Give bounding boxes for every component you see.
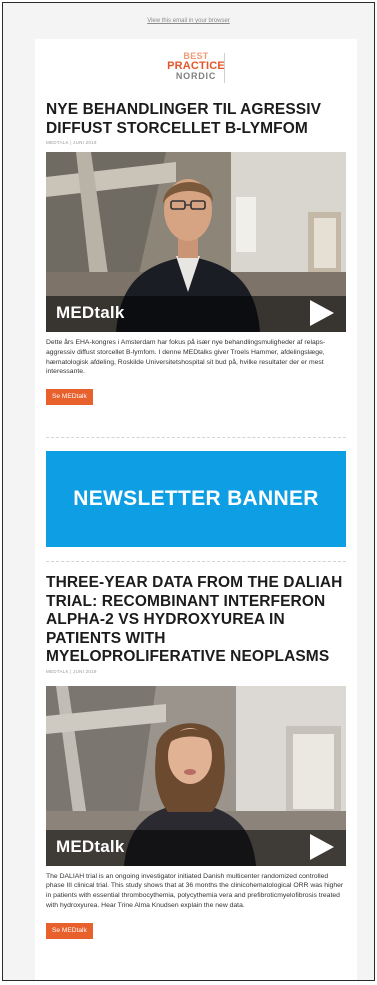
article-title[interactable]: NYE BEHANDLINGER TIL AGRESSIV DIFFUST ST… <box>46 101 346 138</box>
section-divider <box>46 437 346 438</box>
newsletter-banner[interactable]: NEWSLETTER BANNER <box>46 451 346 547</box>
logo-line-practice: PRACTICE <box>167 60 225 72</box>
se-medtalk-button[interactable]: Se MEDtalk <box>46 389 93 406</box>
article-meta: MEDTALK | JUNI 2019 <box>46 668 97 674</box>
video-thumbnail[interactable]: MEDtalk <box>46 685 346 866</box>
section-divider <box>46 561 346 562</box>
play-icon[interactable] <box>310 833 334 860</box>
article-description: Dette års EHA-kongres i Amsterdam har fo… <box>46 339 326 376</box>
video-thumbnail[interactable]: MEDtalk <box>46 152 346 332</box>
banner-label: NEWSLETTER BANNER <box>73 487 319 510</box>
se-medtalk-button[interactable]: Se MEDtalk <box>46 922 93 939</box>
best-practice-nordic-logo[interactable]: BEST PRACTICE NORDIC <box>163 51 229 83</box>
medtalk-brand-label: MEDtalk <box>56 303 125 322</box>
logo-divider <box>224 53 225 83</box>
article-description: The DALIAH trial is an ongoing investiga… <box>46 872 344 909</box>
email-content-card: BEST PRACTICE NORDIC NYE BEHANDLINGER TI… <box>35 39 357 980</box>
email-frame: View this email in your browser BEST PRA… <box>2 2 375 981</box>
article-title[interactable]: THREE-YEAR DATA FROM THE DALIAH TRIAL: R… <box>46 574 346 667</box>
article-2: THREE-YEAR DATA FROM THE DALIAH TRIAL: R… <box>46 574 346 939</box>
logo-line-nordic: NORDIC <box>175 71 217 81</box>
medtalk-brand-label: MEDtalk <box>56 836 125 856</box>
view-in-browser-link[interactable]: View this email in your browser <box>3 16 374 26</box>
article-meta: MEDTALK | JUNI 2019 <box>46 140 97 145</box>
play-icon[interactable] <box>310 300 334 326</box>
article-1: NYE BEHANDLINGER TIL AGRESSIV DIFFUST ST… <box>46 101 346 406</box>
